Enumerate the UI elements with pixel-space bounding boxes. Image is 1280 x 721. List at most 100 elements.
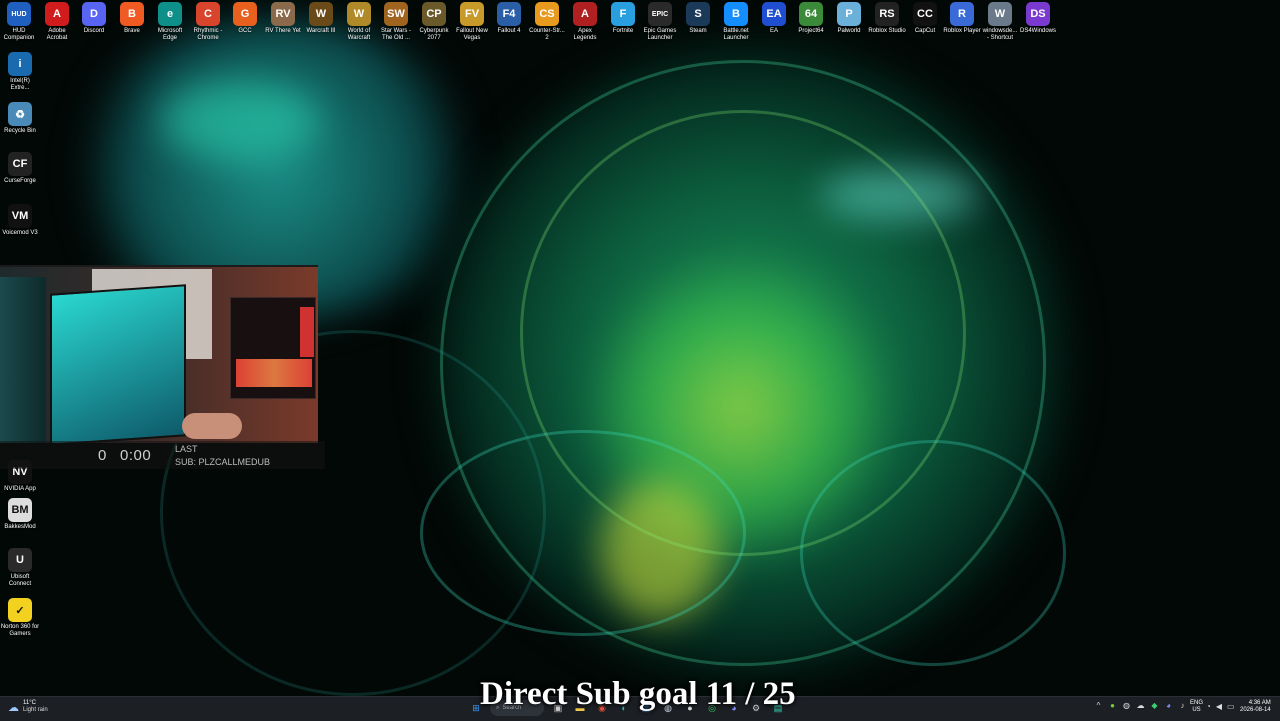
desktop-icon-capcut[interactable]: CC CapCut [906,2,944,35]
language-indicator[interactable]: ENG US [1190,700,1203,714]
quick-settings[interactable]: ◔ ◀ ▭ [1206,702,1235,711]
roblox-player-icon: R [950,2,974,26]
project64-icon: 64 [799,2,823,26]
webcam-overlay [0,265,318,443]
desktop-icon-ds4windows[interactable]: DS DS4Windows [1019,2,1057,35]
cyberpunk-icon: CP [422,2,446,26]
desktop-icon-label: DS4Windows [1019,28,1056,34]
steam-icon: S [686,2,710,26]
wow-icon: W [347,2,371,26]
desktop-icon-edge[interactable]: e Microsoft Edge [151,2,189,42]
desktop-icon-fortnite[interactable]: F Fortnite [604,2,642,35]
clock-time: 4:36 AM [1248,700,1271,706]
desktop-icon-ubisoft[interactable]: U Ubisoft Connect [0,548,40,588]
desktop-icon-cyberpunk[interactable]: CP Cyberpunk 2077 [415,2,453,42]
desktop-icon-norton[interactable]: ✓ Norton 360 for Gamers [0,598,40,638]
desktop-icon-warcraft3[interactable]: W Warcraft III [302,2,340,35]
desktop-icon-discord[interactable]: D Discord [75,2,113,35]
desktop-icon-label: Brave [124,28,140,34]
desktop-icon-project64[interactable]: 64 Project64 [792,2,830,35]
stream-stats-bar [0,441,325,469]
desktop-icon-label: Roblox Player [943,28,981,34]
desktop-icon-label: Star Wars - The Old ... [380,28,412,41]
desktop-icon-curseforge[interactable]: CF CurseForge [0,152,40,185]
discord-icon: D [82,2,106,26]
fortnite-icon: F [611,2,635,26]
onedrive-icon[interactable]: ☁ [1136,701,1145,710]
desktop-icon-label: Microsoft Edge [157,28,183,41]
clock-date: 2026-08-14 [1240,707,1271,713]
webcam-monitor [50,284,186,443]
taskbar-clock[interactable]: 4:36 AM 2026-08-14 [1240,700,1271,714]
desktop-icon-wow[interactable]: W World of Warcraft [340,2,378,42]
system-tray: ^ ● ◍ ☁ ◆ ◕ ♪ [1094,701,1187,710]
weather-widget[interactable]: ☁ 11°C Light rain [8,700,48,714]
apex-icon: A [573,2,597,26]
desktop-icon-palworld[interactable]: P Palworld [830,2,868,35]
desktop-icon-shortcut[interactable]: Wwindowsde... - Shortcut [981,2,1019,42]
desktop-icon-label: Intel(R) Extre... [10,78,30,91]
curseforge-icon: CF [8,152,32,176]
desktop-icon-label: Project64 [798,28,824,34]
desktop-icon-chrome[interactable]: C Rhythmic - Chrome [189,2,227,42]
desktop-icon-label: Ubisoft Connect [8,574,32,587]
hud-icon: HUD [7,2,31,26]
sub-goal-caption: Direct Sub goal 11 / 25 [480,676,796,712]
desktop-icon-swtor[interactable]: SW Star Wars - The Old ... [377,2,415,42]
cloud-rain-icon: ☁ [8,701,19,714]
cs2-icon: CS [535,2,559,26]
desktop-icon-label: Epic Games Launcher [643,28,677,41]
epic-icon: EPIC [648,2,672,26]
microphone-icon[interactable]: ♪ [1178,701,1187,710]
desktop-icon-intel[interactable]: i Intel(R) Extre... [0,52,40,92]
desktop-icon-label: Steam [689,28,707,34]
brave-icon: B [120,2,144,26]
defender-icon[interactable]: ◆ [1150,701,1159,710]
desktop-icon-brave[interactable]: B Brave [113,2,151,35]
discord-tray-icon[interactable]: ◕ [1164,701,1173,710]
desktop-icon-voicemod[interactable]: VM Voicemod V3 [0,204,40,237]
desktop-icon-fallout-nv[interactable]: FV Fallout New Vegas [453,2,491,42]
desktop-icon-roblox-player[interactable]: R Roblox Player [943,2,981,35]
desktop-icon-apex[interactable]: A Apex Legends [566,2,604,42]
nvidia-tray-icon[interactable]: ● [1108,701,1117,710]
weather-condition: Light rain [23,707,48,713]
desktop-icon-steam[interactable]: S Steam [679,2,717,35]
desktop-icon-label: Cyberpunk 2077 [419,28,449,41]
fallout-nv-icon: FV [460,2,484,26]
desktop-icon-acrobat[interactable]: A Adobe Acrobat [38,2,76,42]
acrobat-icon: A [45,2,69,26]
ds4windows-icon: DS [1026,2,1050,26]
last-sub-name: SUB: PLZCALLMEDUB [175,457,271,467]
desktop-icon-label: CapCut [914,28,936,34]
palworld-icon: P [837,2,861,26]
chevron-up-icon[interactable]: ^ [1094,701,1103,710]
stream-timer: 0:00 [120,447,152,464]
sub-counter: 0 [98,447,107,464]
ubisoft-icon: U [8,548,32,572]
desktop-icon-label: EA [769,28,778,34]
desktop-icon-ea[interactable]: EA EA [755,2,793,35]
desktop-icon-label: Discord [83,28,105,34]
desktop-icon-hud[interactable]: HUD HUD Companion [0,2,38,42]
battery-icon: ▭ [1227,702,1235,711]
desktop-icon-label: Battle.net Launcher [723,28,749,41]
desktop-icon-recycle-bin[interactable]: ♻ Recycle Bin [0,102,40,135]
desktop-icon-roblox-studio[interactable]: RS Roblox Studio [868,2,906,35]
desktop-icon-battlenet[interactable]: B Battle.net Launcher [717,2,755,42]
capcut-icon: CC [913,2,937,26]
language-code: ENG [1190,700,1204,706]
desktop-icon-bakkesmod[interactable]: BM BakkesMod [0,498,40,531]
desktop-icon-cs2[interactable]: CS Counter-Str... 2 [528,2,566,42]
desktop-icon-epic[interactable]: EPIC Epic Games Launcher [641,2,679,42]
rv-icon: RV [271,2,295,26]
gcc-icon: G [233,2,257,26]
chrome-icon: C [196,2,220,26]
desktop-top-icon-row: HUD HUD Companion A Adobe Acrobat D Discord B B… [0,2,1060,48]
desktop-icon-gcc[interactable]: G GCC [226,2,264,35]
desktop-icon-fallout4[interactable]: F4 Fallout 4 [490,2,528,35]
desktop-icon-label: Rhythmic - Chrome [193,28,223,41]
steam-tray-icon[interactable]: ◍ [1122,701,1131,710]
shortcut-icon: W [988,2,1012,26]
desktop-icon-rv[interactable]: RV RV There Yet [264,2,302,35]
